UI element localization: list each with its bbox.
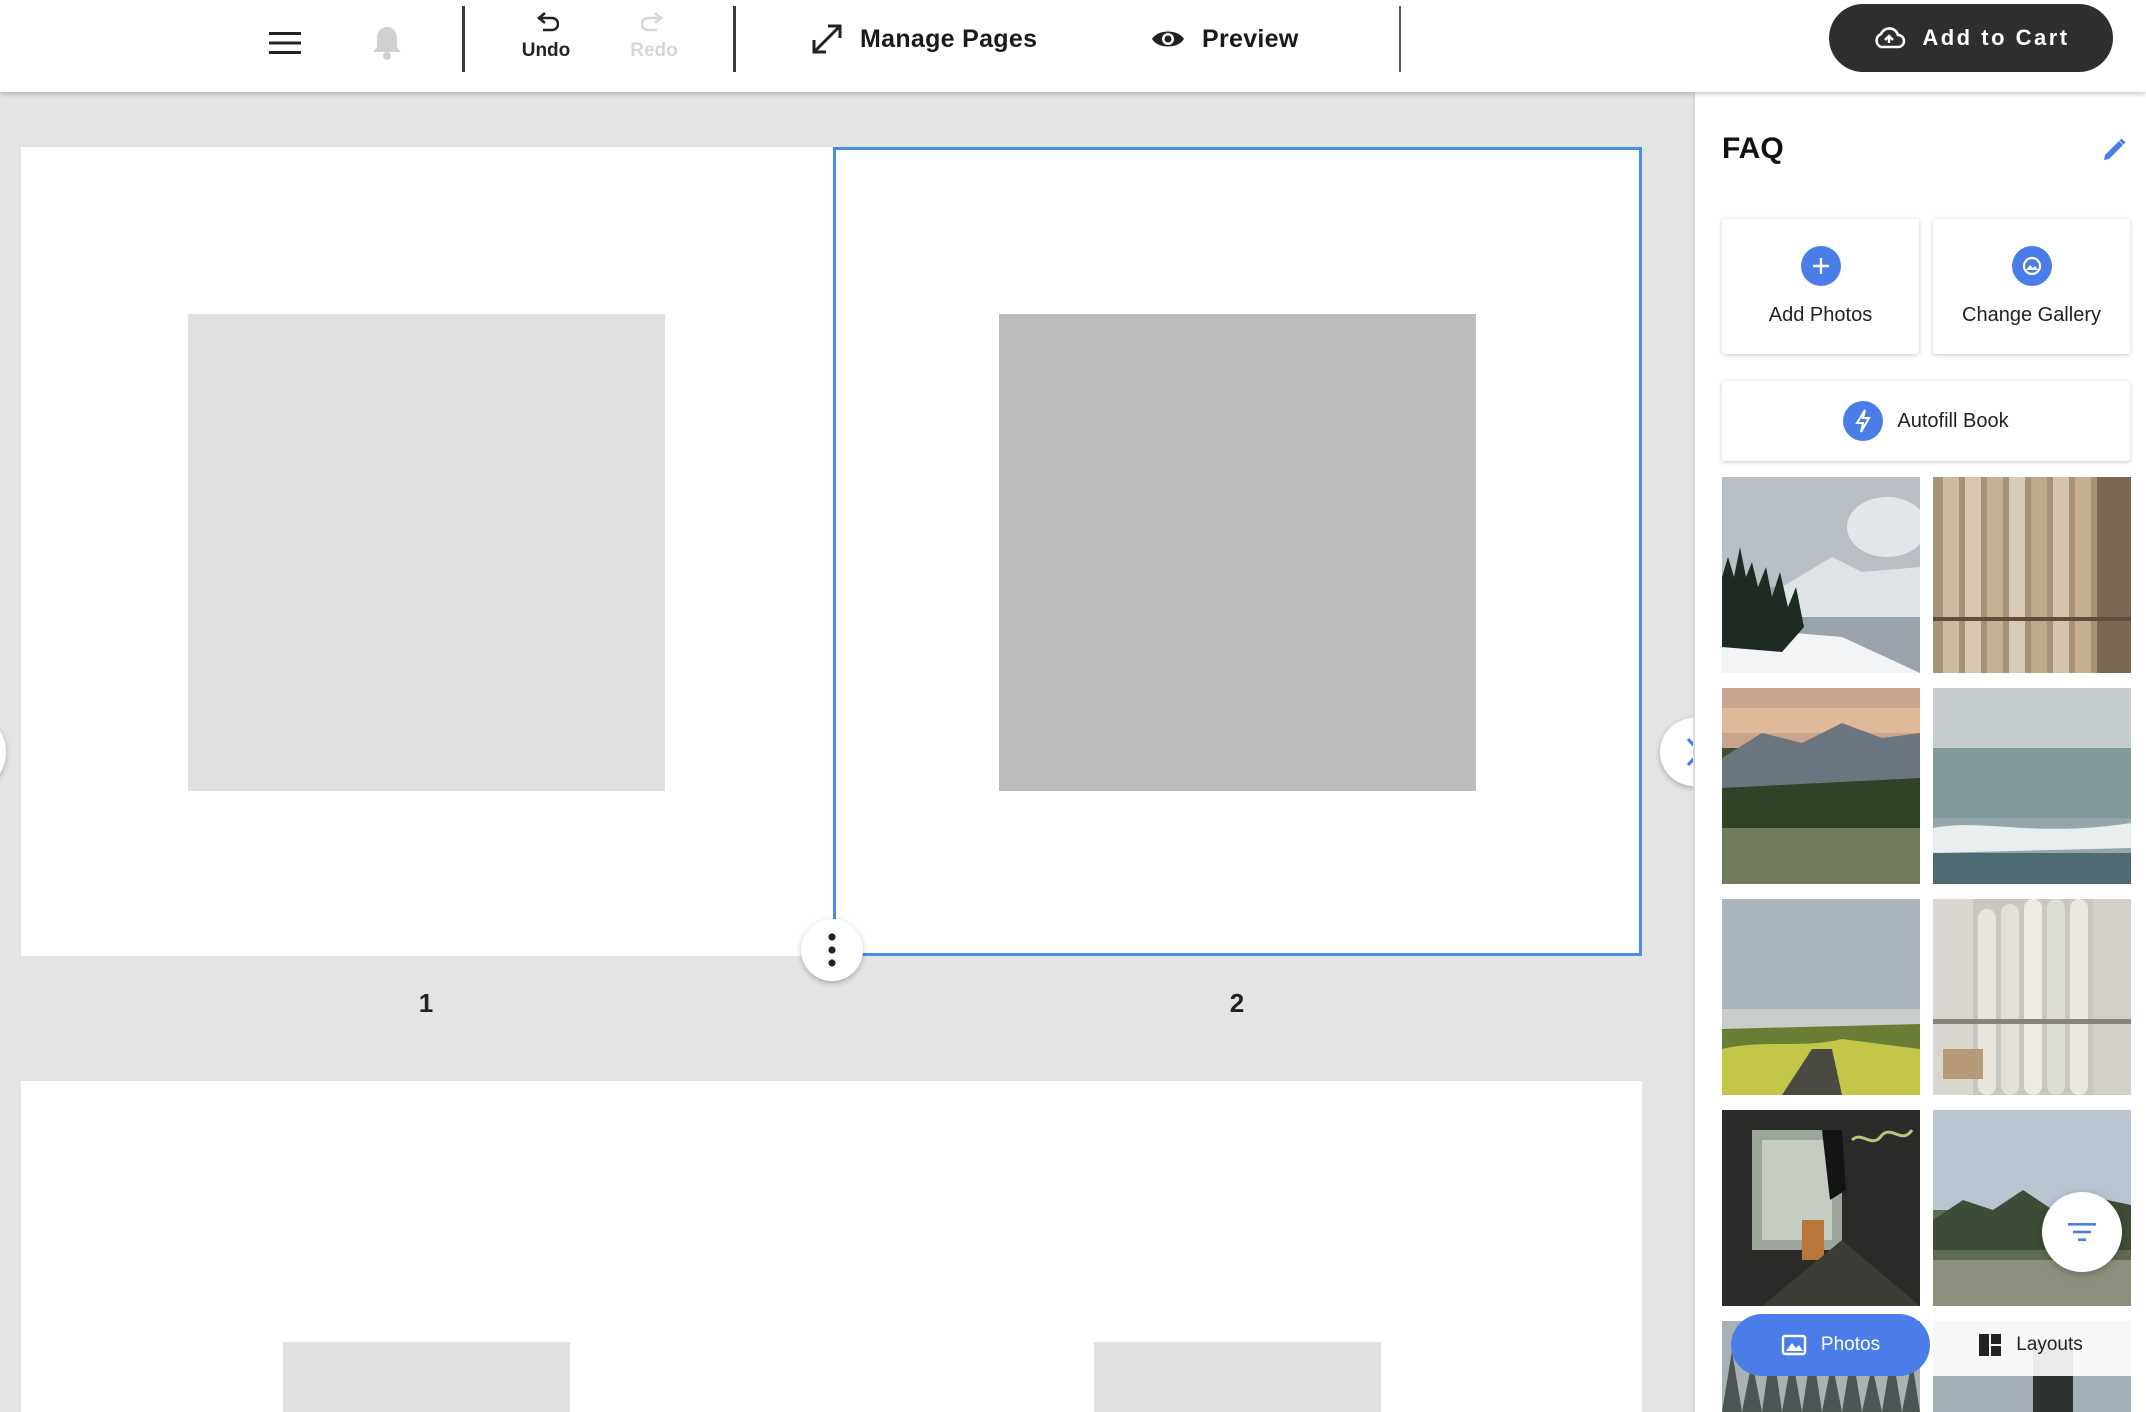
add-photos-label: Add Photos <box>1768 304 1873 326</box>
selected-page-outline <box>833 147 1642 956</box>
change-gallery-label: Change Gallery <box>1962 304 2101 326</box>
photo-thumbnail-surfboard-wall[interactable] <box>1933 899 2131 1095</box>
photo-thumbnail-ocean-waves[interactable] <box>1933 688 2131 884</box>
notifications-button[interactable] <box>358 14 416 72</box>
photo-thumbnail-dark-shower[interactable] <box>1722 1110 1920 1306</box>
layout-icon <box>1979 1334 2002 1356</box>
add-to-cart-button[interactable]: Add to Cart <box>1829 4 2113 72</box>
eye-icon <box>1152 31 1184 47</box>
redo-button[interactable]: Redo <box>618 10 690 72</box>
page-number-2: 2 <box>1229 988 1245 1018</box>
side-panel: FAQ Add Photos Change Gallery Autofill B… <box>1693 92 2146 1412</box>
previous-spread-button[interactable] <box>0 720 6 784</box>
add-to-cart-label: Add to Cart <box>1922 25 2070 50</box>
panel-tabs: Photos Layouts <box>1731 1314 2131 1376</box>
filter-icon <box>2068 1223 2096 1241</box>
edit-button[interactable] <box>2096 132 2132 168</box>
manage-pages-button[interactable]: Manage Pages <box>810 14 1037 64</box>
photo-thumbnail-mountain-forest[interactable] <box>1722 688 1920 884</box>
expand-icon <box>812 24 842 54</box>
cloud-upload-icon <box>1875 27 1906 49</box>
more-vertical-icon <box>828 933 836 967</box>
autofill-book-label: Autofill Book <box>1897 409 2009 432</box>
filter-button[interactable] <box>2042 1192 2122 1272</box>
toolbar-divider <box>1399 6 1401 72</box>
manage-pages-label: Manage Pages <box>860 24 1038 53</box>
photo-placeholder[interactable] <box>1094 1342 1381 1412</box>
tab-photos[interactable]: Photos <box>1731 1314 1930 1376</box>
gallery-icon <box>2011 246 2052 286</box>
page-number-1: 1 <box>418 988 434 1018</box>
menu-button[interactable] <box>256 14 314 72</box>
change-gallery-button[interactable]: Change Gallery <box>1933 219 2130 354</box>
photo-thumbnail-surfboards[interactable] <box>1933 477 2131 673</box>
preview-button[interactable]: Preview <box>1150 14 1299 64</box>
redo-icon <box>641 12 664 32</box>
add-photos-button[interactable]: Add Photos <box>1722 219 1919 354</box>
lightning-icon <box>1843 401 1884 441</box>
toolbar-divider <box>462 6 465 72</box>
photo-placeholder[interactable] <box>283 1342 570 1412</box>
page-1[interactable] <box>21 147 833 956</box>
tab-photos-label: Photos <box>1820 1334 1881 1355</box>
undo-button[interactable]: Undo <box>510 10 582 72</box>
photo-placeholder[interactable] <box>188 314 665 791</box>
tab-layouts[interactable]: Layouts <box>1930 1314 2131 1376</box>
photo-thumbnail-coastal-path[interactable] <box>1722 899 1920 1095</box>
toolbar-divider <box>733 6 736 72</box>
undo-label: Undo <box>521 40 571 61</box>
top-toolbar: Undo Redo Manage Pages Preview Add to Ca… <box>0 0 2146 92</box>
photo-thumbnail-snowy-mountain[interactable] <box>1722 477 1920 673</box>
spread-options-button[interactable] <box>801 919 863 981</box>
image-icon <box>1781 1334 1807 1356</box>
undo-icon <box>536 12 559 32</box>
plus-icon <box>1800 246 1841 286</box>
pencil-icon <box>2104 138 2126 160</box>
preview-label: Preview <box>1202 24 1299 53</box>
next-spread[interactable] <box>21 1081 1642 1412</box>
tab-layouts-label: Layouts <box>2016 1334 2083 1355</box>
autofill-book-button[interactable]: Autofill Book <box>1722 381 2130 461</box>
redo-label: Redo <box>630 40 678 61</box>
bell-icon <box>373 27 401 60</box>
panel-title: FAQ <box>1722 132 1784 165</box>
hamburger-icon <box>269 32 301 54</box>
